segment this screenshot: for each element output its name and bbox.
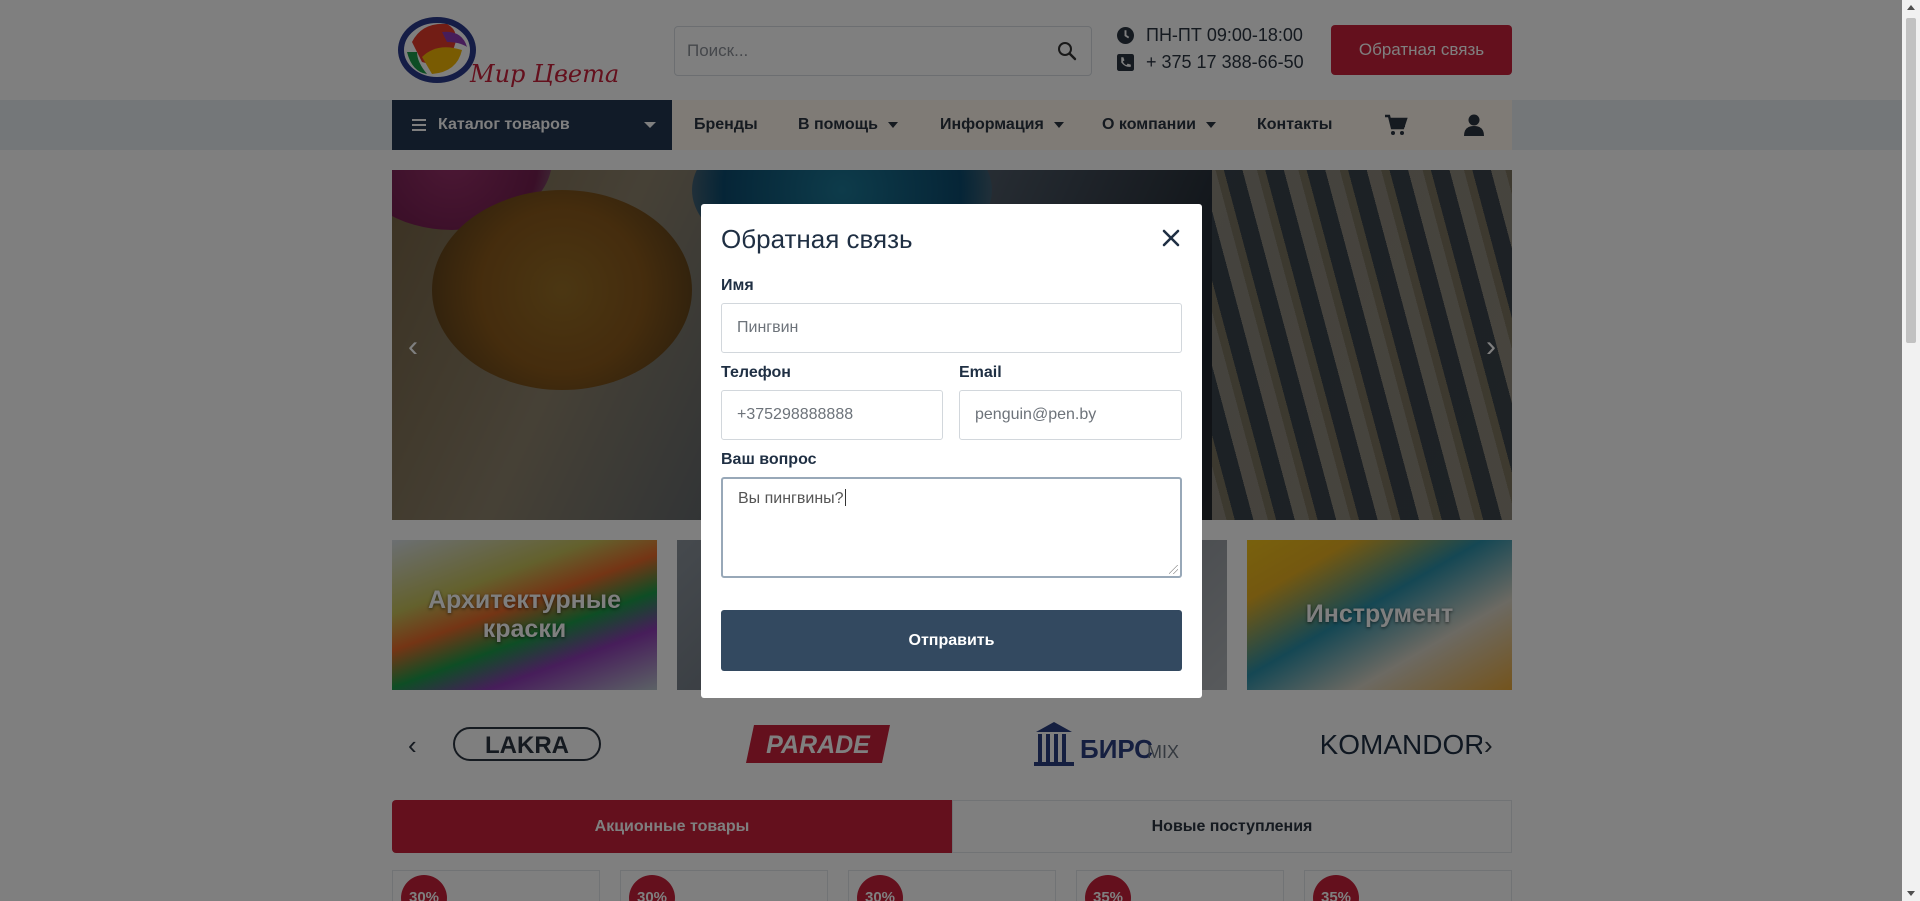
name-field[interactable]: Пингвин <box>721 303 1182 353</box>
resize-handle[interactable] <box>1169 565 1178 574</box>
close-icon[interactable] <box>1159 226 1183 250</box>
email-label: Email <box>959 364 1002 381</box>
name-value: Пингвин <box>737 319 799 336</box>
scrollbar-thumb[interactable] <box>1906 18 1916 343</box>
phone-field[interactable]: +375298888888 <box>721 390 943 440</box>
question-value: Вы пингвины? <box>738 490 844 507</box>
scroll-up-icon[interactable] <box>1907 5 1915 10</box>
submit-button[interactable]: Отправить <box>721 610 1182 671</box>
email-value: penguin@pen.by <box>975 406 1097 423</box>
question-label: Ваш вопрос <box>721 451 817 468</box>
name-label: Имя <box>721 277 754 294</box>
email-field[interactable]: penguin@pen.by <box>959 390 1182 440</box>
phone-label: Телефон <box>721 364 791 381</box>
modal-title: Обратная связь <box>721 224 913 254</box>
scrollbar[interactable] <box>1902 0 1920 901</box>
feedback-modal: Обратная связь Имя Пингвин Телефон +3752… <box>701 204 1202 698</box>
scroll-down-icon[interactable] <box>1907 891 1915 896</box>
phone-value: +375298888888 <box>737 406 854 423</box>
question-textarea[interactable]: Вы пингвины? <box>721 477 1182 578</box>
